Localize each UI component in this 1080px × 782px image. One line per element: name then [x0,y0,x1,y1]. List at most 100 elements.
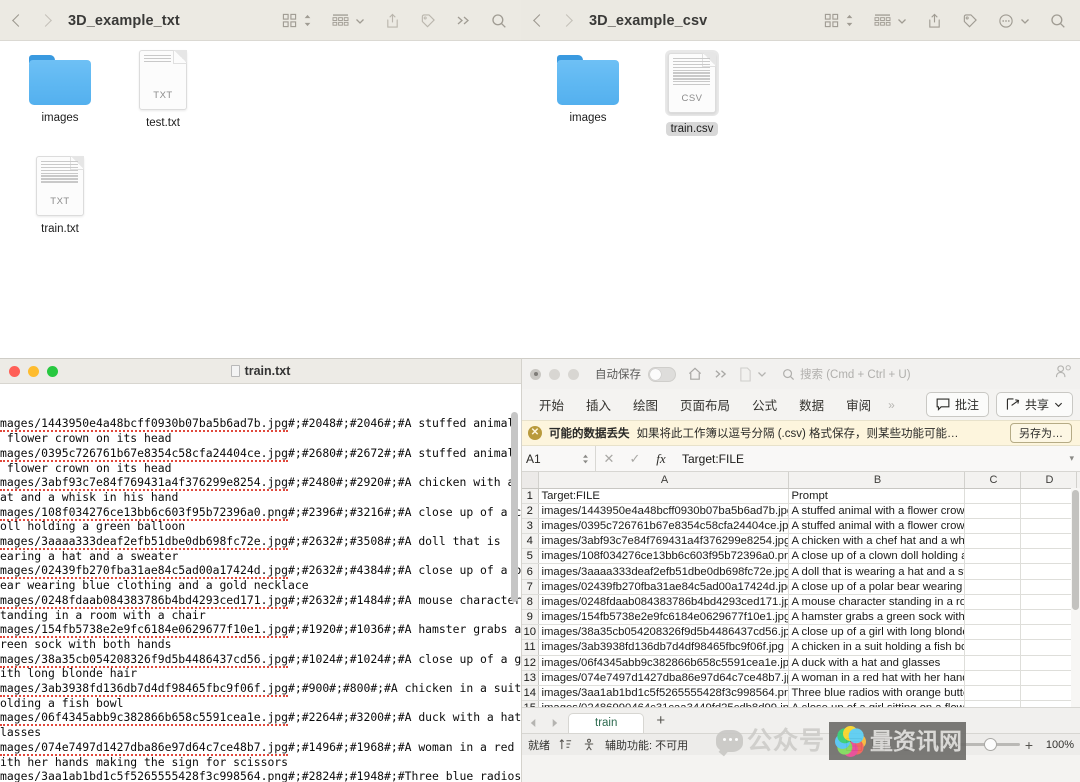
cell-a[interactable]: images/108f034276ce13bb6c603f95b72396a0.… [538,548,789,565]
file-item-train-txt[interactable]: TXT train.txt [12,156,108,236]
row-header[interactable]: 4 [522,533,539,550]
warning-close-icon[interactable]: ✕ [528,426,542,440]
forward-icon[interactable] [560,14,573,27]
list-group-icon[interactable] [874,13,891,28]
ribbon-tab-formulas[interactable]: 公式 [741,392,788,417]
sort-chevrons-icon[interactable] [845,13,854,28]
cell-c[interactable] [964,548,1021,565]
chevron-down-icon[interactable] [1020,16,1030,26]
cell-b[interactable]: A close up of a girl sitting on a flower… [788,700,965,707]
cell-c[interactable] [964,579,1021,595]
cell-b[interactable]: A close up of a polar bear wearing blue … [788,579,965,595]
table-row[interactable]: 7 images/02439fb270fba31ae84c5ad00a17424d… [522,579,1080,595]
column-header-e[interactable]: E [1076,472,1080,489]
cell-b[interactable]: A stuffed animal with a flower crown on … [788,518,965,535]
scrollbar-thumb[interactable] [511,412,518,602]
table-row[interactable]: 5 images/108f034276ce13bb6c603f95b72396a0… [522,548,1080,565]
row-header[interactable]: 1 [522,488,539,504]
table-row[interactable]: 9 images/154fb5738e2e9fc6184e0629677f10e1… [522,609,1080,626]
table-row[interactable]: 4 images/3abf93c7e84f769431a4f376299e8254… [522,533,1080,550]
grid-view-icon[interactable] [824,13,839,28]
accessibility-icon[interactable] [582,738,596,751]
insert-function-icon[interactable]: fx [648,451,674,467]
cell-d[interactable] [1020,594,1077,611]
cell-d[interactable] [1020,533,1077,550]
cell-d[interactable] [1020,655,1077,671]
file-item-images-left[interactable]: images [12,55,108,125]
page-break-view-icon[interactable] [895,738,910,751]
text-editor-scrollbar[interactable] [511,412,518,782]
cell-d[interactable] [1020,685,1077,702]
file-item-test-txt[interactable]: TXT test.txt [115,50,211,130]
formula-input[interactable]: Target:FILE [674,452,1069,466]
chevron-down-icon[interactable] [757,369,767,379]
cell-b[interactable]: A close up of a girl with long blonde ha… [788,624,965,641]
cell-c[interactable] [964,488,1021,504]
grid-view-icon[interactable] [282,13,297,28]
document-icon[interactable] [739,366,752,382]
table-row[interactable]: 8 images/0248fdaab084383786b4bd4293ced171… [522,594,1080,611]
cell-b[interactable]: A stuffed animal with a flower crown on … [788,503,965,519]
column-header-a[interactable]: A [538,472,789,489]
table-row[interactable]: 3 images/0395c726761b67e8354c58cfa24404ce… [522,518,1080,535]
row-header[interactable]: 8 [522,594,539,611]
cell-d[interactable] [1020,700,1077,707]
close-button[interactable] [9,365,20,377]
minimize-button[interactable] [28,365,39,377]
search-icon[interactable] [491,13,507,29]
row-header[interactable]: 6 [522,563,539,580]
cell-b[interactable]: A chicken with a chef hat and a whisk in… [788,533,965,550]
cell-a[interactable]: images/3aaaa333deaf2efb51dbe0db698fc72e.… [538,563,789,580]
row-header[interactable]: 7 [522,579,539,595]
minimize-button[interactable] [549,368,560,380]
ribbon-tab-home[interactable]: 开始 [528,392,575,417]
add-sheet-button[interactable]: + [644,710,677,733]
cell-c[interactable] [964,639,1021,656]
save-as-button[interactable]: 另存为… [1010,423,1072,443]
cell-a[interactable]: images/074e7497d1427dba86e97d64c7ce48b7.… [538,670,789,686]
close-button[interactable] [530,368,541,380]
grid-vertical-scrollbar[interactable] [1071,488,1080,707]
cell-c[interactable] [964,518,1021,535]
cell-b[interactable]: A doll that is wearing a hat and a sweat… [788,563,965,580]
table-row[interactable]: 6 images/3aaaa333deaf2efb51dbe0db698fc72e… [522,563,1080,580]
file-item-train-csv[interactable]: CSV train.csv [644,50,740,136]
cell-b[interactable]: Three blue radios with orange buttons ar… [788,685,965,702]
home-icon[interactable] [687,366,703,382]
row-header[interactable]: 3 [522,518,539,535]
cell-a[interactable]: images/38a35cb054208326f9d5b4486437cd56.… [538,624,789,641]
name-box-spinner-icon[interactable] [582,454,595,464]
cell-d[interactable] [1020,503,1077,519]
row-header[interactable]: 11 [522,639,539,656]
ribbon-tab-draw[interactable]: 绘图 [622,392,669,417]
table-row[interactable]: 13 images/074e7497d1427dba86e97d64c7ce48b… [522,670,1080,686]
zoom-slider[interactable]: − + [919,738,1033,752]
zoom-out-button[interactable]: − [919,738,927,752]
normal-view-icon[interactable] [845,738,862,751]
cell-d[interactable] [1020,488,1077,504]
cell-b[interactable]: A close up of a clown doll holding a gre… [788,548,965,565]
cell-d[interactable] [1020,639,1077,656]
tag-icon[interactable] [420,13,436,29]
cell-c[interactable] [964,594,1021,611]
name-box[interactable]: A1 [522,446,596,471]
cell-c[interactable] [964,609,1021,626]
row-header[interactable]: 2 [522,503,539,519]
table-row[interactable]: 12 images/06f4345abb9c382866b658c5591cea1… [522,655,1080,671]
cell-c[interactable] [964,700,1021,707]
cell-d[interactable] [1020,670,1077,686]
cell-d[interactable] [1020,563,1077,580]
table-row[interactable]: 14 images/3aa1ab1bd1c5f5265555428f3c99856… [522,685,1080,702]
chevron-down-icon[interactable] [897,16,907,26]
select-all-corner[interactable] [522,472,539,489]
cell-a[interactable]: images/154fb5738e2e9fc6184e0629677f10e1.… [538,609,789,626]
cell-b[interactable]: A hamster grabs a green sock with both h… [788,609,965,626]
cell-b[interactable]: A chicken in a suit holding a fish bowl [788,639,965,656]
cell-a[interactable]: images/06f4345abb9c382866b658c5591cea1e.… [538,655,789,671]
comment-button[interactable]: 批注 [925,392,989,417]
cell-b[interactable]: A mouse character standing in a room wit… [788,594,965,611]
scrollbar-thumb[interactable] [1072,490,1079,610]
ribbon-tab-data[interactable]: 数据 [788,392,835,417]
table-row[interactable]: 11 images/3ab3938fd136db7d4df98465fbc9f06… [522,639,1080,656]
cell-c[interactable] [964,685,1021,702]
